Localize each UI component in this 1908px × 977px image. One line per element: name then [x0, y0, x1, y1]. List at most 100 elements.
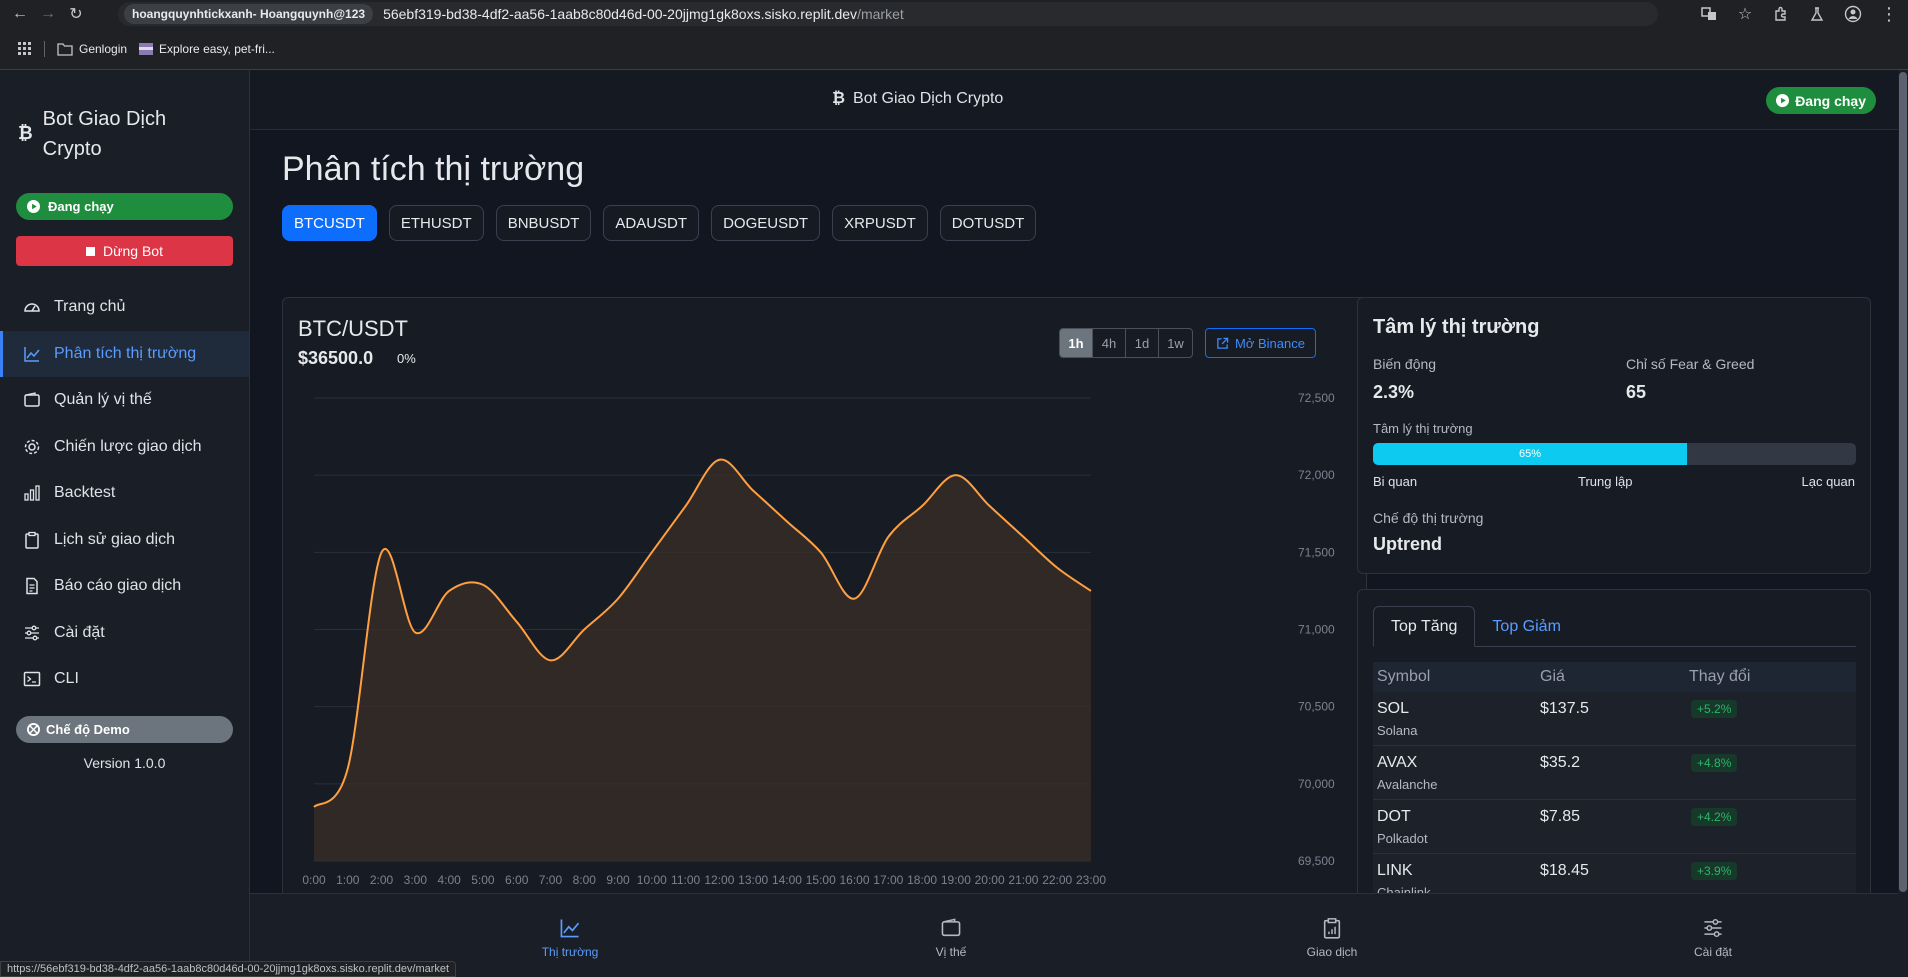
sidebar-item-home[interactable]: Trang chủ — [0, 284, 249, 331]
demo-mode-badge: Chế độ Demo — [16, 716, 233, 743]
play-circle-icon — [27, 200, 40, 213]
fear-greed-label: Chỉ số Fear & Greed — [1626, 356, 1755, 372]
symbol-tab-dotusdt[interactable]: DOTUSDT — [939, 205, 1037, 241]
x-tick-label: 14:00 — [772, 873, 802, 887]
sidebar-item-strategy[interactable]: Chiến lược giao dịch — [0, 424, 249, 471]
profile-chip[interactable]: hoangquynhtickxanh- Hoangquynh@123 — [124, 4, 374, 24]
bookmark-explore[interactable]: Explore easy, pet-fri... — [139, 42, 275, 56]
x-tick-label: 21:00 — [1008, 873, 1038, 887]
scrollbar-thumb[interactable] — [1899, 72, 1907, 892]
sidebar-item-backtest[interactable]: Backtest — [0, 470, 249, 517]
sliders-icon — [22, 623, 42, 643]
bottom-nav-settings[interactable]: Cài đặt — [1663, 916, 1763, 959]
browser-actions: ☆ ⋮ — [1698, 0, 1900, 28]
regime-label: Chế độ thị trường — [1373, 510, 1484, 526]
x-tick-label: 5:00 — [471, 873, 495, 887]
url-path: /market — [857, 6, 904, 22]
sidebar-item-label: Lịch sử giao dịch — [54, 530, 175, 548]
menu-icon[interactable]: ⋮ — [1878, 3, 1900, 25]
page-title: Phân tích thị trường — [282, 150, 585, 188]
sidebar-item-settings[interactable]: Cài đặt — [0, 610, 249, 657]
lab-icon[interactable] — [1806, 3, 1828, 25]
sidebar-item-label: Trang chủ — [54, 298, 126, 316]
gear-icon — [22, 437, 42, 457]
header-status-badge: Đang chạy — [1766, 87, 1876, 114]
url-text: 56ebf319-bd38-4df2-aa56-1aab8c80d46d-00-… — [383, 6, 904, 22]
y-tick-label: 70,500 — [1298, 700, 1335, 714]
document-icon — [22, 576, 42, 596]
volatility-label: Biến động — [1373, 356, 1437, 372]
y-tick-label: 72,500 — [1298, 391, 1335, 405]
symbol-tab-xrpusdt[interactable]: XRPUSDT — [832, 205, 928, 241]
table-row[interactable]: AVAX Avalanche $35.2 +4.8% — [1373, 746, 1856, 800]
extensions-icon[interactable] — [1770, 3, 1792, 25]
terminal-icon — [22, 669, 42, 689]
sentiment-title: Tâm lý thị trường — [1373, 316, 1540, 338]
top-movers-card: Top Tăng Top Giảm Symbol Giá Thay đổi SO… — [1357, 589, 1871, 919]
x-tick-label: 17:00 — [873, 873, 903, 887]
x-tick-label: 6:00 — [505, 873, 529, 887]
x-tick-label: 10:00 — [637, 873, 667, 887]
bottom-nav-label: Cài đặt — [1693, 945, 1733, 959]
sidebar-item-label: Quản lý vị thế — [54, 391, 152, 409]
symbol-tabs: BTCUSDT ETHUSDT BNBUSDT ADAUSDT DOGEUSDT… — [282, 205, 1037, 241]
bottom-nav-trades[interactable]: Giao dịch — [1282, 916, 1382, 959]
x-tick-label: 15:00 — [806, 873, 836, 887]
x-tick-label: 16:00 — [840, 873, 870, 887]
tab-top-losers[interactable]: Top Giảm — [1475, 606, 1577, 647]
table-row[interactable]: SOL Solana $137.5 +5.2% — [1373, 692, 1856, 746]
symbol-tab-btcusdt[interactable]: BTCUSDT — [282, 205, 377, 241]
symbol-tab-ethusdt[interactable]: ETHUSDT — [388, 205, 484, 241]
y-tick-label: 70,000 — [1298, 777, 1335, 791]
symbol-tab-adausdt[interactable]: ADAUSDT — [603, 205, 700, 241]
row-symbol: LINK — [1377, 862, 1413, 879]
x-tick-label: 11:00 — [671, 873, 700, 887]
row-symbol: AVAX — [1377, 754, 1418, 771]
symbol-tab-bnbusdt[interactable]: BNBUSDT — [495, 205, 592, 241]
bar-chart-icon — [22, 483, 42, 503]
bottom-nav-positions[interactable]: Vị thế — [901, 916, 1001, 959]
profile-icon[interactable] — [1842, 3, 1864, 25]
sidebar-menu: Trang chủ Phân tích thị trường Quản lý v… — [0, 284, 249, 703]
apps-icon[interactable] — [18, 41, 32, 56]
movers-tabs: Top Tăng Top Giảm — [1373, 606, 1856, 647]
address-bar[interactable]: hoangquynhtickxanh- Hoangquynh@123 56ebf… — [118, 2, 1658, 26]
translate-icon[interactable] — [1698, 3, 1720, 25]
fear-greed-value: 65 — [1626, 382, 1647, 402]
brand[interactable]: ₿ Bot Giao Dịch Crypto — [18, 104, 193, 164]
x-tick-label: 23:00 — [1076, 873, 1106, 887]
running-status-badge: Đang chạy — [16, 193, 233, 220]
bookmark-separator — [44, 40, 45, 57]
sidebar-item-cli[interactable]: CLI — [0, 656, 249, 703]
tab-top-gainers[interactable]: Top Tăng — [1373, 606, 1476, 647]
bookmark-genlogin[interactable]: Genlogin — [57, 42, 127, 56]
x-tick-label: 1:00 — [336, 873, 360, 887]
back-icon[interactable]: ← — [6, 0, 34, 28]
star-icon[interactable]: ☆ — [1734, 3, 1756, 25]
bottom-nav-label: Vị thế — [935, 945, 967, 959]
sidebar-item-history[interactable]: Lịch sử giao dịch — [0, 517, 249, 564]
volatility-value: 2.3% — [1373, 382, 1415, 402]
bottom-nav-market[interactable]: Thị trường — [520, 916, 620, 959]
forward-icon[interactable]: → — [34, 0, 62, 28]
sidebar-item-positions[interactable]: Quản lý vị thế — [0, 377, 249, 424]
sidebar-item-label: Báo cáo giao dịch — [54, 577, 182, 595]
sidebar-item-reports[interactable]: Báo cáo giao dịch — [0, 563, 249, 610]
x-tick-label: 19:00 — [941, 873, 971, 887]
version-text: Version 1.0.0 — [83, 755, 166, 771]
symbol-tab-dogeusdt[interactable]: DOGEUSDT — [711, 205, 821, 241]
stop-bot-button[interactable]: Dừng Bot — [16, 236, 233, 266]
sidebar-item-label: Cài đặt — [54, 623, 105, 641]
url-host: 56ebf319-bd38-4df2-aa56-1aab8c80d46d-00-… — [383, 6, 858, 22]
reload-icon[interactable]: ↻ — [62, 0, 90, 28]
demo-mode-label: Chế độ Demo — [46, 722, 130, 737]
change-badge: +5.2% — [1691, 700, 1738, 718]
sidebar-item-market-analysis[interactable]: Phân tích thị trường — [0, 330, 249, 377]
brand-title: Bot Giao Dịch Crypto — [42, 108, 167, 160]
table-row[interactable]: DOT Polkadot $7.85 +4.2% — [1373, 800, 1856, 854]
bottom-nav: Thị trường Vị thế Giao dịch Cài đặt — [250, 893, 1898, 977]
sidebar-item-label: Phân tích thị trường — [54, 344, 197, 362]
y-tick-label: 71,500 — [1298, 545, 1335, 559]
column-header-symbol: Symbol — [1377, 668, 1431, 685]
regime-value: Uptrend — [1373, 534, 1442, 554]
